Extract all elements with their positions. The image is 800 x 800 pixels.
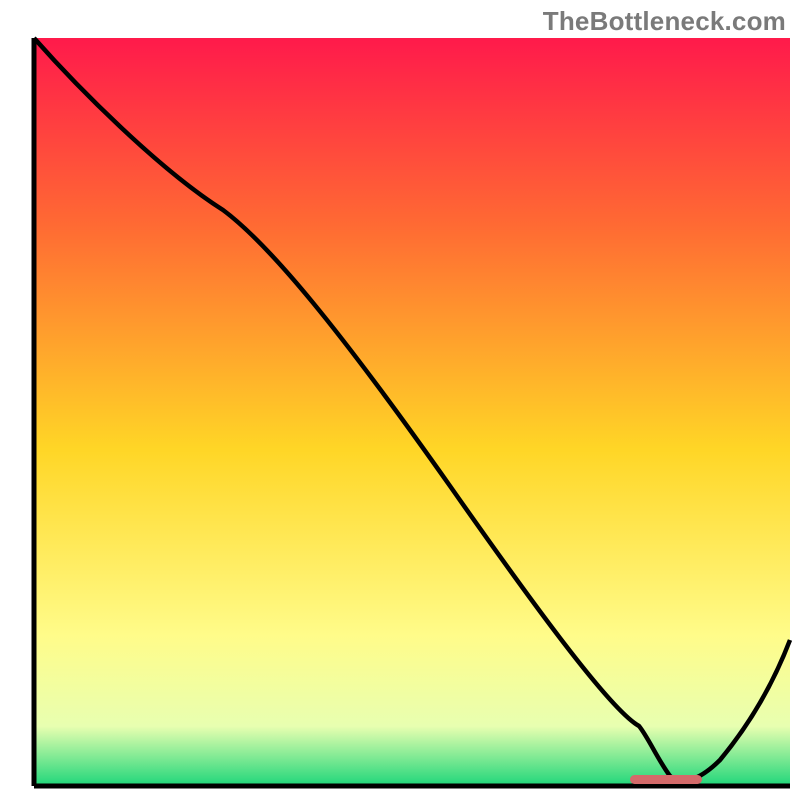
bottleneck-chart <box>0 0 800 800</box>
chart-container: TheBottleneck.com <box>0 0 800 800</box>
optimal-marker <box>630 775 702 784</box>
